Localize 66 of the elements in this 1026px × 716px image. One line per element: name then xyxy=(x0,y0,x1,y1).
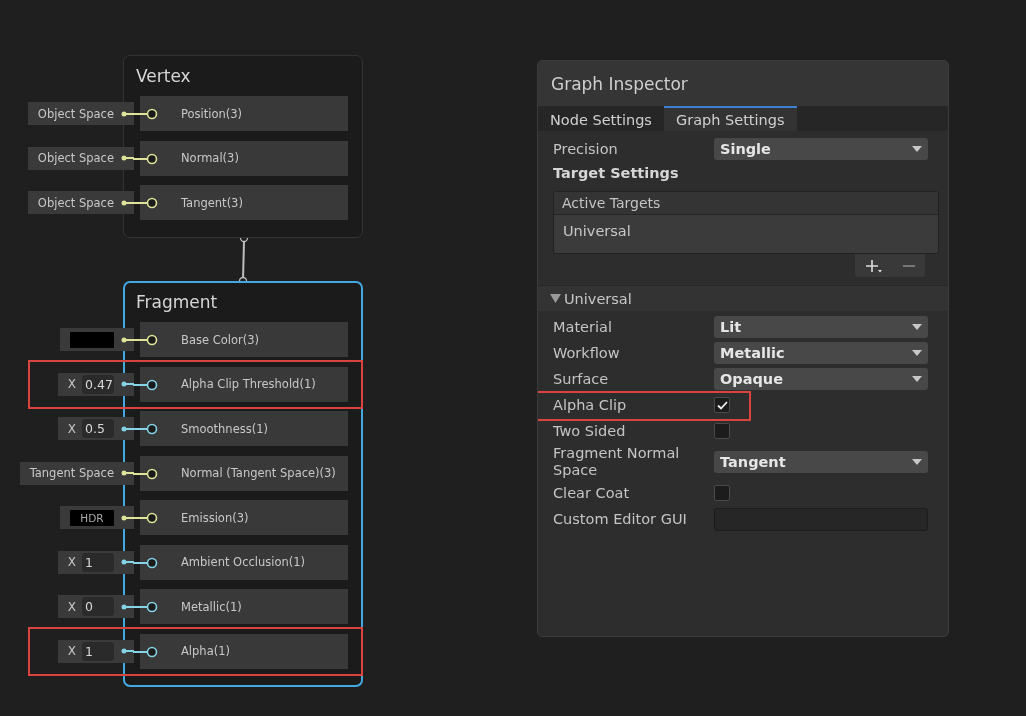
property-label: Precision xyxy=(553,140,619,158)
port-slot: Ambient Occlusion(1) xyxy=(140,544,348,580)
space-dropdown[interactable]: Tangent Space xyxy=(19,461,134,485)
port-connector-icon[interactable] xyxy=(133,644,158,659)
dropdown[interactable]: Opaque xyxy=(714,368,928,390)
port-slot: Metallic(1) xyxy=(140,589,348,624)
port-slot: Alpha(1) xyxy=(140,633,348,669)
hdr-color-field[interactable]: HDR xyxy=(60,506,134,529)
port-slot: Normal (Tangent Space)(3) xyxy=(140,455,348,491)
property-label: Workflow xyxy=(553,344,621,362)
space-dropdown[interactable]: Object Space xyxy=(27,146,134,170)
port-connector-icon[interactable] xyxy=(133,555,158,570)
checkbox[interactable] xyxy=(714,397,730,413)
caret-icon xyxy=(912,350,922,356)
add-icon[interactable] xyxy=(865,258,882,273)
property-label: Two Sided xyxy=(553,422,627,440)
caret-icon xyxy=(912,324,922,330)
foldout-header[interactable]: Universal xyxy=(538,285,948,311)
tab[interactable]: Graph Settings xyxy=(663,106,797,131)
property-label: Custom Editor GUI xyxy=(553,510,688,528)
dropdown[interactable]: Metallic xyxy=(714,342,928,364)
foldout-label: Universal xyxy=(564,290,632,307)
float-field[interactable]: X 1 xyxy=(57,550,134,574)
check-icon xyxy=(716,400,728,410)
float-field[interactable]: X 1 xyxy=(57,639,134,663)
panel-title: Graph Inspector xyxy=(538,61,948,106)
dropdown[interactable]: Tangent xyxy=(714,451,928,473)
port-connector-icon[interactable] xyxy=(133,422,158,436)
port-slot: Alpha Clip Threshold(1) xyxy=(140,366,348,402)
caret-icon xyxy=(912,376,922,382)
checkbox[interactable] xyxy=(714,485,730,501)
dropdown[interactable]: Single xyxy=(714,138,928,160)
property-label: Clear Coat xyxy=(553,484,631,502)
checkbox[interactable] xyxy=(714,423,730,439)
space-dropdown[interactable]: Object Space xyxy=(27,191,134,214)
space-dropdown[interactable]: Object Space xyxy=(27,102,134,125)
color-field[interactable] xyxy=(60,328,134,351)
port-connector-icon[interactable] xyxy=(133,333,158,347)
property-label: Alpha Clip xyxy=(553,396,628,414)
node-title: Fragment xyxy=(135,291,219,314)
port-slot: Tangent(3) xyxy=(140,185,348,220)
port-connector-icon[interactable] xyxy=(133,511,158,525)
port-slot: Smoothness(1) xyxy=(140,411,348,446)
float-field[interactable]: X 0.5 xyxy=(57,417,134,440)
float-field[interactable]: X 0.47 xyxy=(57,372,134,396)
caret-icon xyxy=(912,459,922,465)
section-heading: Target Settings xyxy=(553,165,680,181)
property-label: Surface xyxy=(553,370,610,388)
port-slot: Normal(3) xyxy=(140,140,348,176)
port-connector-icon[interactable] xyxy=(133,377,158,392)
port-connector-icon[interactable] xyxy=(133,151,158,166)
float-field[interactable]: X 0 xyxy=(57,595,134,618)
list-item[interactable]: Universal xyxy=(554,215,938,253)
port-connector-icon[interactable] xyxy=(133,600,158,614)
caret-icon xyxy=(912,146,922,152)
port-slot: Position(3) xyxy=(140,96,348,131)
dropdown[interactable]: Lit xyxy=(714,316,928,338)
property-label: Material xyxy=(553,318,613,336)
node-title: Vertex xyxy=(135,65,192,88)
port-slot: Emission(3) xyxy=(140,500,348,535)
port-connector-icon[interactable] xyxy=(133,466,158,481)
port-connector-icon[interactable] xyxy=(133,196,158,210)
port-connector-icon[interactable] xyxy=(133,107,158,121)
port-slot: Base Color(3) xyxy=(140,322,348,357)
property-label: Fragment Normal Space xyxy=(553,445,681,479)
list-header: Active Targets xyxy=(554,192,938,215)
